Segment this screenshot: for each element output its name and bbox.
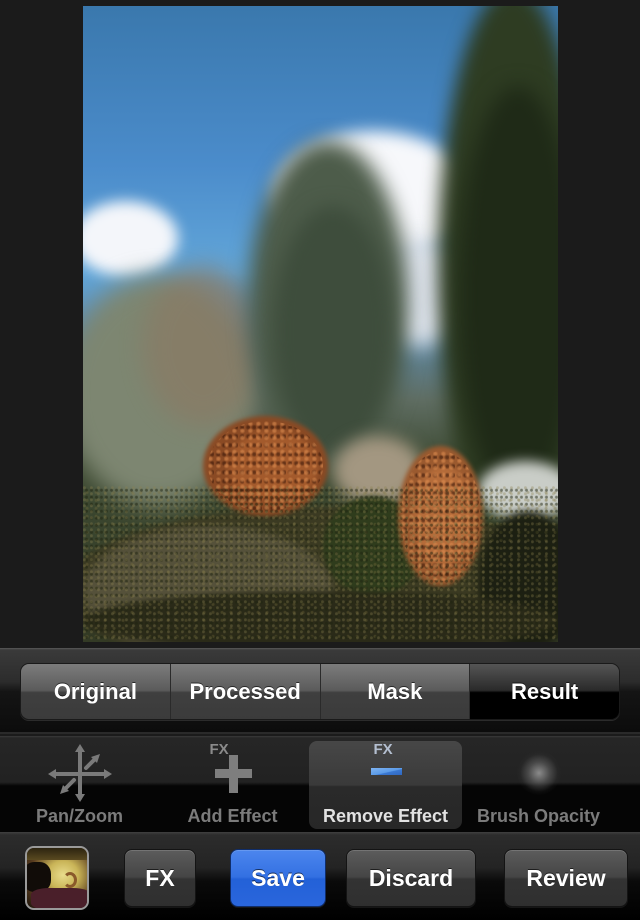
thumbnail-image-part — [27, 848, 87, 860]
segment-result[interactable]: Result — [470, 664, 619, 719]
photo-tree — [143, 266, 263, 426]
pan-zoom-icon — [40, 740, 120, 802]
fx-minus-icon: FX — [346, 740, 426, 802]
review-button-label: Review — [526, 864, 606, 891]
tool-brush-opacity[interactable]: Brush Opacity — [462, 736, 615, 832]
discard-button-label: Discard — [368, 864, 454, 891]
tool-pan-zoom[interactable]: Pan/Zoom — [3, 736, 156, 832]
segment-processed[interactable]: Processed — [170, 664, 321, 719]
fx-button-label: FX — [145, 864, 175, 891]
tool-label: Add Effect — [187, 806, 278, 826]
soft-brush-icon — [499, 740, 579, 802]
save-button-label: Save — [251, 864, 305, 891]
segment-mask[interactable]: Mask — [320, 664, 471, 719]
tool-remove-effect[interactable]: FX Remove Effect — [309, 741, 462, 829]
segment-label: Result — [511, 678, 579, 704]
segment-original[interactable]: Original — [21, 664, 171, 719]
photo-foliage-texture — [401, 451, 481, 581]
thumbnail-image-part — [31, 888, 87, 908]
fx-button[interactable]: FX — [124, 849, 196, 907]
photo-foliage-texture — [208, 421, 323, 511]
photo-preview[interactable] — [83, 6, 558, 642]
photo-foliage-texture — [83, 486, 558, 642]
segment-label: Mask — [367, 678, 423, 704]
fx-plus-icon: FX — [193, 740, 273, 802]
brush-preview — [516, 751, 561, 795]
tool-label: Pan/Zoom — [35, 806, 123, 826]
segment-label: Processed — [189, 678, 301, 704]
photo-cloud — [83, 201, 178, 276]
bottom-action-bar: FX Save Discard Review — [0, 832, 640, 920]
segment-label: Original — [53, 678, 137, 704]
review-button[interactable]: Review — [504, 849, 628, 907]
photo-thumbnail-button[interactable] — [25, 846, 89, 910]
save-button[interactable]: Save — [230, 849, 326, 907]
view-mode-segmented-control: Original Processed Mask Result — [20, 663, 620, 720]
discard-button[interactable]: Discard — [346, 849, 476, 907]
photo-canvas-area — [0, 0, 640, 648]
tool-label: Remove Effect — [322, 806, 449, 826]
tool-add-effect[interactable]: FX Add Effect — [156, 736, 309, 832]
photo-tree — [273, 206, 393, 456]
thumbnail-image-part — [63, 872, 77, 888]
tool-bar: Pan/Zoom FX Add Effect FX Remove Effect … — [0, 736, 640, 832]
view-mode-bar: Original Processed Mask Result — [0, 648, 640, 734]
tool-label: Brush Opacity — [476, 806, 601, 826]
